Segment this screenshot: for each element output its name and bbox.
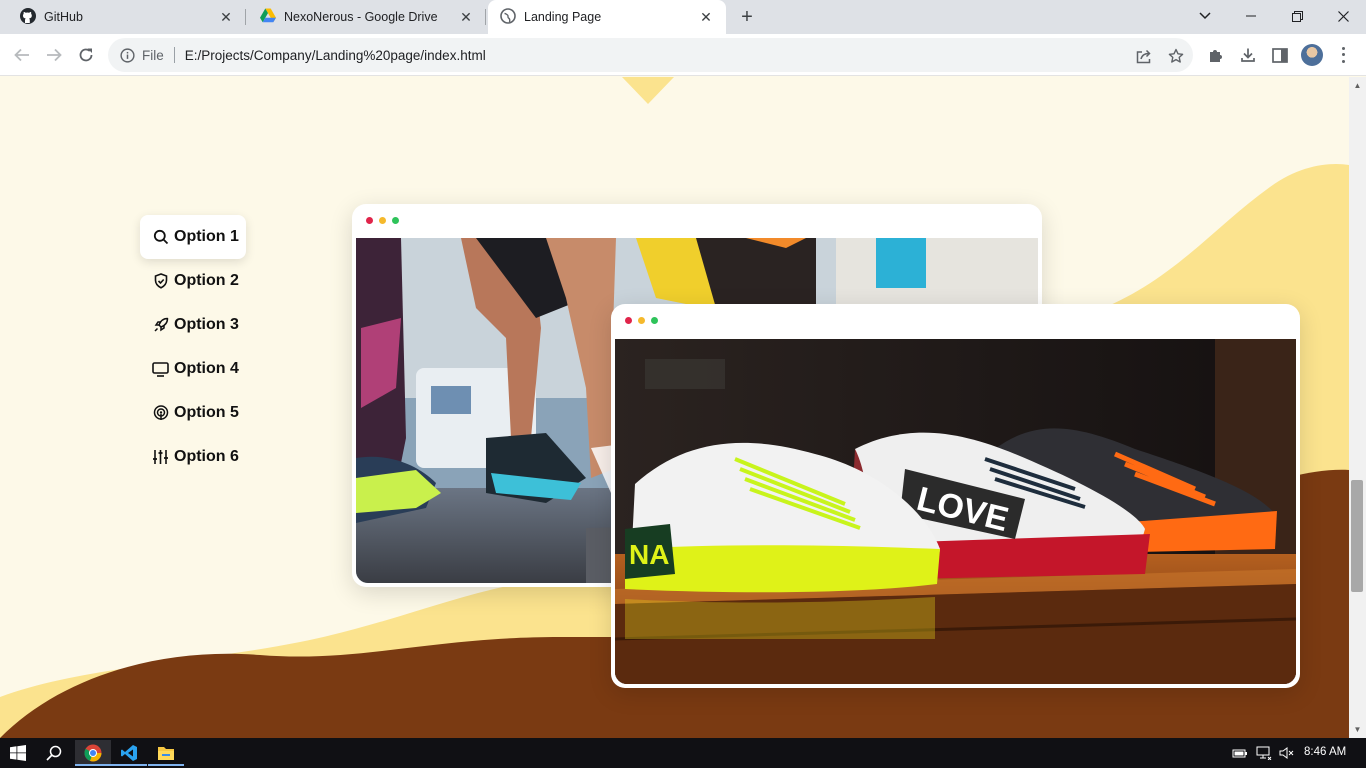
bookmark-star-icon[interactable]: [1166, 46, 1186, 66]
scroll-thumb[interactable]: [1351, 480, 1363, 592]
globe-icon: [500, 7, 516, 27]
back-arrow-icon[interactable]: [9, 42, 35, 68]
search-icon: [152, 229, 169, 246]
window-dots: [625, 317, 658, 324]
network-icon[interactable]: [1256, 745, 1272, 761]
menu-item-label: Option 6: [174, 448, 239, 465]
menu-item-option-5[interactable]: Option 5: [140, 391, 246, 435]
address-bar[interactable]: File E:/Projects/Company/Landing%20page/…: [108, 38, 1193, 72]
browser-toolbar: File E:/Projects/Company/Landing%20page/…: [0, 34, 1366, 76]
menu-kebab-icon[interactable]: [1340, 45, 1346, 65]
share-icon[interactable]: [1134, 46, 1154, 66]
info-icon[interactable]: [118, 46, 136, 64]
menu-item-option-4[interactable]: Option 4: [140, 347, 246, 391]
volume-muted-icon[interactable]: [1279, 745, 1295, 761]
tab-title: GitHub: [44, 10, 83, 24]
red-dot-icon: [625, 317, 632, 324]
rocket-icon: [152, 317, 169, 334]
google-drive-icon: [260, 8, 276, 26]
page-scrollbar[interactable]: ▲ ▼: [1349, 77, 1366, 738]
close-window-button[interactable]: [1320, 0, 1366, 32]
close-icon[interactable]: ✕: [218, 9, 234, 25]
menu-item-option-1[interactable]: Option 1: [140, 215, 246, 259]
tab-title: Landing Page: [524, 10, 602, 24]
extensions-puzzle-icon[interactable]: [1205, 44, 1227, 66]
avatar[interactable]: [1301, 44, 1323, 66]
page-viewport: Option 1 Option 2 Option 3 Option 4 Opti…: [0, 77, 1349, 738]
chrome-icon[interactable]: [75, 740, 111, 766]
menu-item-option-3[interactable]: Option 3: [140, 303, 246, 347]
feature-options-menu: Option 1 Option 2 Option 3 Option 4 Opti…: [140, 215, 246, 479]
side-panel-icon[interactable]: [1269, 44, 1291, 66]
menu-item-option-6[interactable]: Option 6: [140, 435, 246, 479]
clock[interactable]: 8:46 AM: [1304, 746, 1346, 758]
menu-item-label: Option 1: [174, 228, 239, 245]
tab-title: NexoNerous - Google Drive: [284, 10, 438, 24]
tab-strip: GitHub ✕ NexoNerous - Google Drive ✕ Lan…: [0, 0, 1366, 34]
active-app-indicator: [111, 764, 147, 766]
menu-item-option-2[interactable]: Option 2: [140, 259, 246, 303]
download-icon[interactable]: [1237, 44, 1259, 66]
restore-button[interactable]: [1274, 0, 1320, 32]
battery-icon[interactable]: [1232, 745, 1248, 761]
github-icon: [20, 7, 36, 27]
sliders-icon: [152, 449, 169, 466]
yellow-dot-icon: [638, 317, 645, 324]
url-text[interactable]: E:/Projects/Company/Landing%20page/index…: [185, 48, 486, 63]
tab-search-chevron-icon[interactable]: [1182, 0, 1228, 32]
red-dot-icon: [366, 217, 373, 224]
preview-card-sneakers: LOVE NA: [611, 304, 1300, 688]
divider: [173, 47, 175, 63]
green-dot-icon: [651, 317, 658, 324]
menu-item-label: Option 3: [174, 316, 239, 333]
vscode-icon[interactable]: [111, 740, 147, 766]
minimize-button[interactable]: [1228, 0, 1274, 32]
tab-google-drive[interactable]: NexoNerous - Google Drive ✕: [248, 0, 486, 34]
menu-item-label: Option 5: [174, 404, 239, 421]
yellow-dot-icon: [379, 217, 386, 224]
close-icon[interactable]: ✕: [698, 9, 714, 25]
new-tab-button[interactable]: +: [735, 5, 759, 29]
monitor-icon: [152, 361, 169, 378]
menu-item-label: Option 4: [174, 360, 239, 377]
broadcast-icon: [152, 405, 169, 422]
shield-check-icon: [152, 273, 169, 290]
search-icon[interactable]: [36, 740, 72, 766]
scheme-label: File: [142, 47, 164, 63]
tab-github[interactable]: GitHub ✕: [8, 0, 246, 34]
start-icon[interactable]: [0, 740, 36, 766]
close-icon[interactable]: ✕: [458, 9, 474, 25]
green-dot-icon: [392, 217, 399, 224]
svg-text:NA: NA: [629, 539, 669, 570]
tab-landing-page[interactable]: Landing Page ✕: [488, 0, 726, 34]
sneakers-on-shelf-photo: LOVE NA: [615, 339, 1296, 684]
scroll-up-arrow-icon[interactable]: ▲: [1353, 81, 1362, 90]
active-app-indicator: [148, 764, 184, 766]
scroll-down-arrow-icon[interactable]: ▼: [1353, 725, 1362, 734]
forward-arrow-icon[interactable]: [41, 42, 67, 68]
active-app-indicator: [75, 764, 111, 766]
window-dots: [366, 217, 399, 224]
windows-taskbar: 8:46 AM: [0, 738, 1366, 768]
menu-item-label: Option 2: [174, 272, 239, 289]
file-explorer-icon[interactable]: [148, 740, 184, 766]
reload-icon[interactable]: [73, 42, 99, 68]
